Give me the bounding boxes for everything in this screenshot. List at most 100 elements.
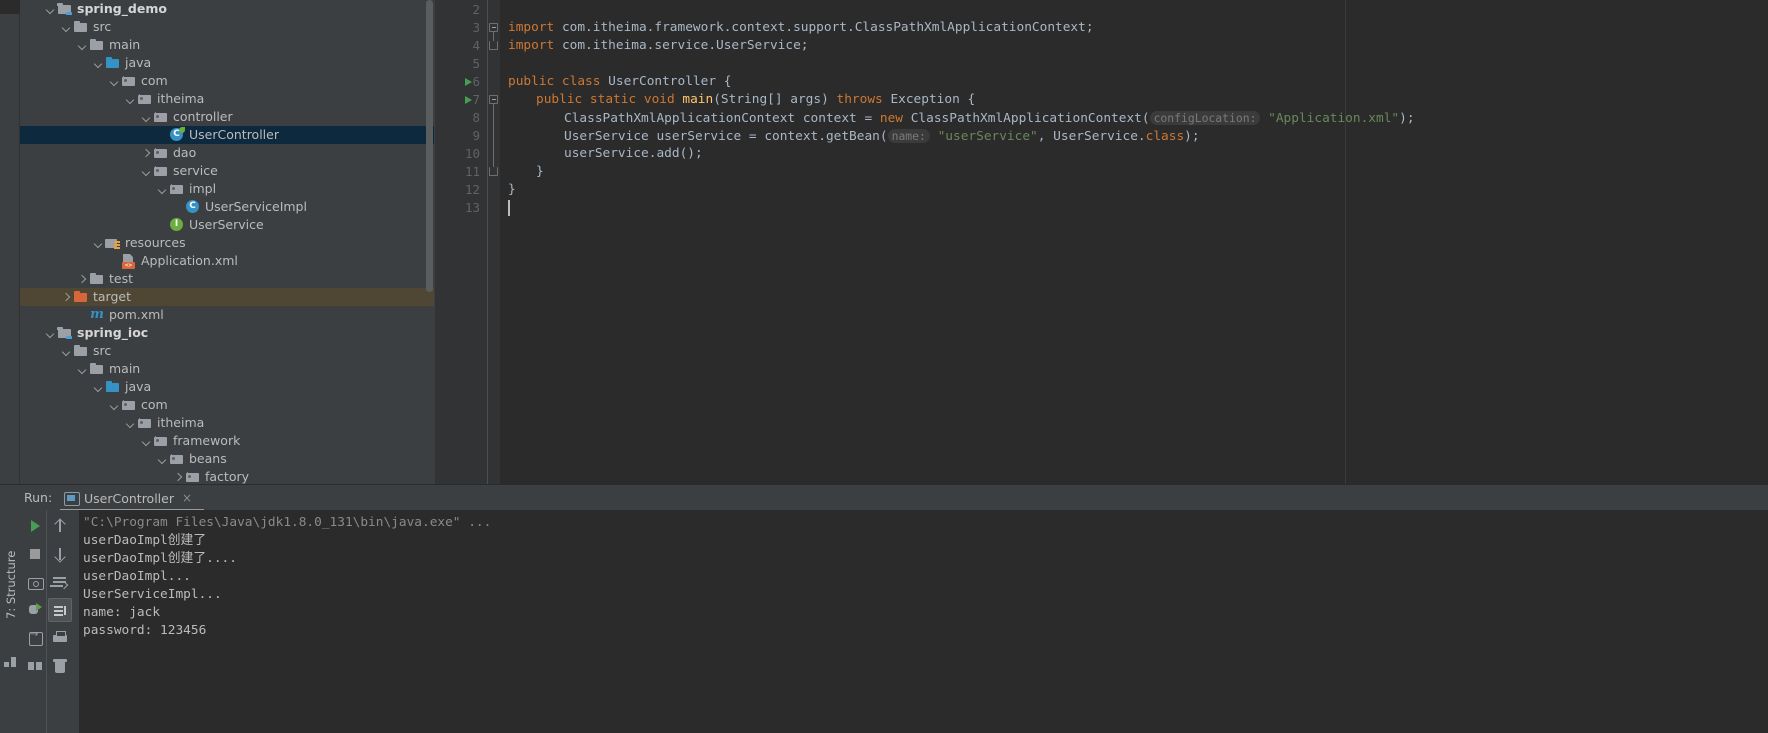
tree-row[interactable]: UserService (20, 216, 434, 234)
chevron-right-icon[interactable] (172, 468, 185, 484)
code-line[interactable]: } (536, 163, 544, 181)
structure-grid-icon[interactable] (4, 657, 17, 670)
code-line[interactable]: UserService userService = context.getBea… (564, 127, 1200, 145)
fold-end-icon[interactable] (489, 167, 498, 176)
project-tool-window[interactable]: spring_demo src main java com itheima controll… (20, 0, 434, 484)
print-icon[interactable] (48, 626, 72, 650)
tree-item-label: itheima (157, 415, 205, 430)
tree-row[interactable]: target (20, 288, 434, 306)
run-gutter-icon[interactable] (464, 73, 476, 91)
tree-row[interactable]: java (20, 54, 434, 72)
scroll-to-end-icon[interactable] (48, 598, 72, 622)
chevron-down-icon[interactable] (60, 18, 73, 36)
run-toolbar-right[interactable] (47, 510, 79, 733)
structure-tool-button[interactable]: 7: Structure (4, 551, 18, 619)
code-line[interactable]: } (508, 181, 516, 199)
tree-row[interactable]: java (20, 378, 434, 396)
tree-row[interactable]: framework (20, 432, 434, 450)
tree-row[interactable]: src (20, 18, 434, 36)
tree-row[interactable]: com (20, 396, 434, 414)
chevron-right-icon[interactable] (140, 144, 153, 162)
rerun-play-icon[interactable] (23, 514, 47, 538)
tree-row[interactable]: UserController (20, 126, 434, 144)
fold-end-icon[interactable] (489, 41, 498, 50)
tree-row[interactable]: Application.xml (20, 252, 434, 270)
tree-item-label: resources (125, 235, 186, 250)
tree-row[interactable]: spring_demo (20, 0, 434, 18)
project-tree-scrollbar[interactable] (425, 0, 434, 484)
code-line[interactable]: ClassPathXmlApplicationContext context =… (564, 109, 1415, 127)
tree-row[interactable]: main (20, 360, 434, 378)
chevron-down-icon[interactable] (108, 396, 121, 414)
chevron-down-icon[interactable] (108, 72, 121, 90)
run-tab-usercontroller[interactable]: UserController × (58, 487, 198, 509)
tree-row[interactable]: resources (20, 234, 434, 252)
code-line[interactable]: import com.itheima.framework.context.sup… (508, 19, 1094, 37)
code-line[interactable]: userService.add(); (564, 145, 703, 163)
chevron-down-icon[interactable] (60, 342, 73, 360)
run-gutter-icon[interactable] (464, 91, 476, 109)
export-import-icon[interactable] (23, 626, 47, 650)
tree-row[interactable]: spring_ioc (20, 324, 434, 342)
tree-row[interactable]: beans (20, 450, 434, 468)
chevron-down-icon[interactable] (92, 234, 105, 252)
chevron-down-icon[interactable] (140, 432, 153, 450)
console-output[interactable]: "C:\Program Files\Java\jdk1.8.0_131\bin\… (79, 510, 1768, 733)
arrow-down-icon[interactable] (48, 542, 72, 566)
code-line[interactable]: public static void main(String[] args) t… (536, 91, 975, 109)
tree-row[interactable]: itheima (20, 414, 434, 432)
tree-row[interactable]: factory (20, 468, 434, 484)
debug-bug-icon[interactable] (23, 598, 47, 622)
chevron-down-icon[interactable] (44, 324, 57, 342)
chevron-down-icon[interactable] (92, 54, 105, 72)
tree-row[interactable]: dao (20, 144, 434, 162)
code-editor[interactable]: 2 3 4 5 6 7 8 9 10 11 12 13 import com.itheima.fram… (435, 0, 1768, 484)
tree-row[interactable]: UserServiceImpl (20, 198, 434, 216)
chevron-right-icon[interactable] (76, 270, 89, 288)
fold-collapse-icon[interactable] (489, 95, 498, 104)
chevron-down-icon[interactable] (124, 90, 137, 108)
tree-row[interactable]: test (20, 270, 434, 288)
tree-row[interactable]: pom.xml (20, 306, 434, 324)
tree-row[interactable]: service (20, 162, 434, 180)
chevron-down-icon[interactable] (76, 360, 89, 378)
stop-icon[interactable] (23, 542, 47, 566)
chevron-down-icon[interactable] (76, 36, 89, 54)
chevron-down-icon[interactable] (140, 108, 153, 126)
trash-icon[interactable] (48, 654, 72, 678)
chevron-down-icon[interactable] (156, 180, 169, 198)
run-toolbar-left[interactable] (22, 510, 47, 733)
chevron-down-icon[interactable] (140, 162, 153, 180)
tree-row[interactable]: impl (20, 180, 434, 198)
tree-row[interactable]: main (20, 36, 434, 54)
soft-wrap-icon[interactable] (48, 570, 72, 594)
tree-row[interactable]: itheima (20, 90, 434, 108)
layout-icon[interactable] (23, 654, 47, 678)
chevron-down-icon[interactable] (156, 450, 169, 468)
package-icon (169, 181, 185, 197)
chevron-down-icon[interactable] (92, 378, 105, 396)
editor-gutter[interactable]: 2 3 4 5 6 7 8 9 10 11 12 13 (435, 0, 488, 484)
chevron-down-icon[interactable] (44, 0, 57, 18)
tree-row[interactable]: controller (20, 108, 434, 126)
arrow-up-icon[interactable] (48, 514, 72, 538)
screenshot-camera-icon[interactable] (23, 570, 47, 594)
chevron-down-icon[interactable] (124, 414, 137, 432)
tree-row[interactable]: src (20, 342, 434, 360)
tree-item-label: itheima (157, 91, 205, 106)
editor-text-area[interactable]: import com.itheima.framework.context.sup… (500, 0, 1768, 484)
close-icon[interactable]: × (182, 491, 192, 505)
code-line[interactable]: public class UserController { (508, 73, 731, 91)
run-configuration-icon (64, 491, 80, 506)
code-token: ); (1399, 111, 1415, 126)
project-tree[interactable]: spring_demo src main java com itheima controll… (20, 0, 434, 484)
chevron-right-icon[interactable] (60, 288, 73, 306)
tree-row[interactable]: com (20, 72, 434, 90)
code-folding-column[interactable] (488, 0, 500, 484)
code-token: throws (836, 92, 891, 107)
fold-collapse-icon[interactable] (489, 23, 498, 32)
code-line[interactable]: import com.itheima.service.UserService; (508, 37, 808, 55)
tree-item-label: spring_ioc (77, 325, 149, 340)
project-tree-scrollbar-thumb[interactable] (426, 0, 433, 292)
tree-item-label: src (93, 343, 112, 358)
